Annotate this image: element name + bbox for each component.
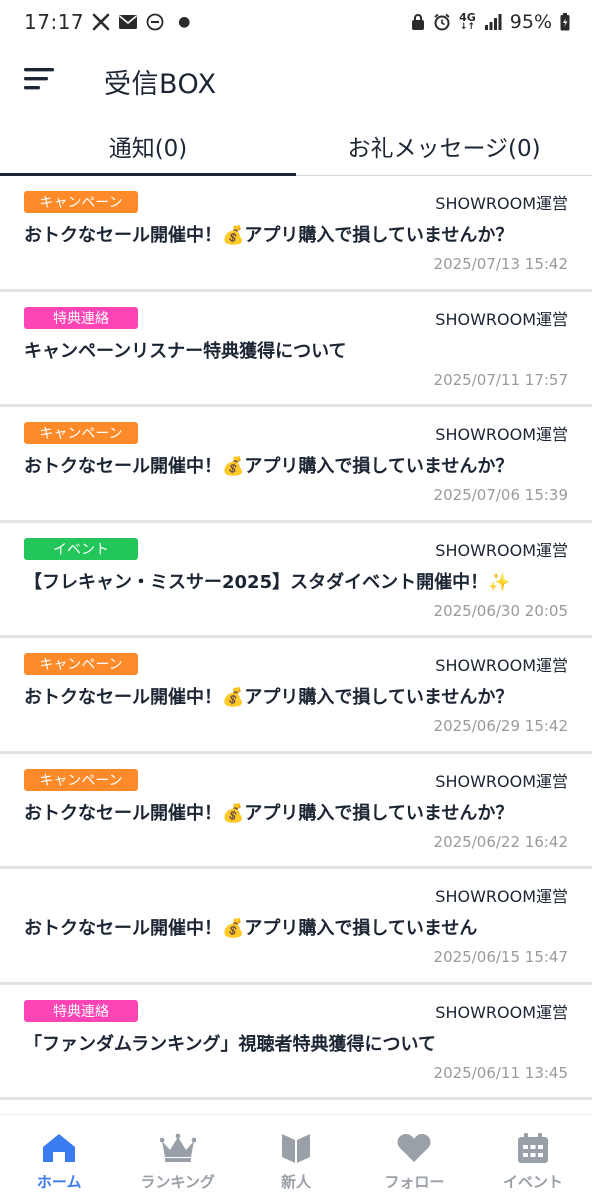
network-type-icon: 4G ↓↑ (459, 12, 476, 32)
x-logo-icon (92, 13, 110, 31)
notification-date: 2025/07/11 17:57 (433, 370, 568, 389)
notification-subject: キャンペーンリスナー特典獲得について (24, 340, 347, 362)
lock-icon (411, 13, 425, 31)
notification-subject: 【フレキャン・ミスサー2025】スタダイベント開催中！✨ (24, 571, 511, 593)
notification-date: 2025/06/11 13:45 (433, 1063, 568, 1082)
hamburger-icon (24, 68, 54, 90)
notification-sender: SHOWROOM運営 (435, 656, 568, 675)
notification-subject: おトクなセール開催中！💰アプリ購入で損していません (24, 918, 478, 939)
tab-bar: 通知(0) お礼メッセージ(0) (0, 116, 592, 176)
notification-list: キャンペーン SHOWROOM運営 おトクなセール開催中！💰アプリ購入で損していませ… (0, 176, 592, 1100)
page-title: 受信BOX (104, 69, 217, 100)
tab-notifications[interactable]: 通知(0) (0, 116, 296, 176)
notification-date: 2025/06/22 16:42 (433, 832, 568, 851)
category-badge: キャンペーン (24, 768, 138, 791)
nav-follow-label: フォロー (384, 1173, 445, 1191)
notification-item[interactable]: SHOWROOM運営おトクなセール開催中！💰アプリ購入で損していません 2025/… (0, 869, 592, 985)
notification-dot-icon: ● (178, 14, 191, 30)
notification-item[interactable]: キャンペーン SHOWROOM運営おトクなセール開催中！💰アプリ購入で損していませ… (0, 176, 592, 292)
data-arrows-icon: ↓↑ (459, 22, 475, 32)
signal-icon (484, 14, 502, 30)
nav-follow[interactable]: フォロー (355, 1115, 473, 1200)
notification-item[interactable]: イベント SHOWROOM運営【フレキャン・ミスサー2025】スタダイベント開催中… (0, 522, 592, 638)
category-badge: キャンペーン (24, 653, 138, 675)
notification-date: 2025/07/13 15:42 (433, 255, 568, 273)
notification-sender: SHOWROOM運営 (435, 309, 568, 329)
alarm-icon (433, 13, 451, 31)
notification-item[interactable]: キャンペーン SHOWROOM運営おトクなセール開催中！💰アプリ購入で損していませ… (0, 638, 592, 754)
notification-subject: おトクなセール開催中！💰アプリ購入で損していませんか？ (24, 225, 514, 246)
status-bar-right: 4G ↓↑ 95% (411, 11, 570, 33)
bottom-nav: ホーム ランキング 新人 フォロー イベント (0, 1114, 592, 1200)
calendar-icon (515, 1131, 551, 1165)
notification-subject: おトクなセール開催中！💰アプリ購入で損していませんか？ (24, 456, 514, 477)
notification-sender: SHOWROOM運営 (435, 540, 568, 560)
status-bar-left: 17:17 ● (24, 10, 190, 34)
notification-subject: おトクなセール開催中！💰アプリ購入で損していませんか？ (24, 687, 514, 708)
notification-item[interactable]: キャンペーン SHOWROOM運営おトクなセール開催中！💰アプリ購入で損していませ… (0, 407, 592, 523)
app-header: 受信BOX (0, 44, 592, 116)
nav-newcomer-label: 新人 (281, 1173, 312, 1191)
nav-home[interactable]: ホーム (0, 1115, 118, 1200)
notification-sender: SHOWROOM運営 (435, 771, 568, 791)
category-badge: イベント (24, 537, 138, 560)
notification-date: 2025/07/06 15:39 (433, 486, 568, 504)
heart-icon (396, 1131, 432, 1165)
home-icon (41, 1131, 77, 1165)
notification-sender: SHOWROOM運営 (435, 194, 568, 213)
category-badge: キャンペーン (24, 422, 138, 444)
notification-sender: SHOWROOM運営 (435, 887, 568, 906)
nav-ranking-label: ランキング (140, 1173, 215, 1191)
notification-date: 2025/06/29 15:42 (433, 717, 568, 735)
menu-button[interactable] (24, 66, 56, 92)
battery-icon (560, 13, 570, 31)
category-badge: 特典連絡 (24, 999, 138, 1022)
screen: 17:17 ● 4G ↓↑ 95% 受信BOX 通知(0) お礼メッセージ(0)… (0, 0, 592, 1200)
notification-date: 2025/06/15 15:47 (433, 948, 568, 966)
do-not-disturb-icon (146, 13, 164, 31)
notification-item[interactable]: 特典連絡 SHOWROOM運営「ファンダムランキング」視聴者特典獲得について 202… (0, 984, 592, 1100)
notification-item[interactable]: キャンペーン SHOWROOM運営おトクなセール開催中！💰アプリ購入で損していませ… (0, 753, 592, 869)
nav-event[interactable]: イベント (474, 1115, 592, 1200)
category-badge: キャンペーン (24, 191, 138, 213)
status-bar: 17:17 ● 4G ↓↑ 95% (0, 0, 592, 44)
nav-newcomer[interactable]: 新人 (237, 1115, 355, 1200)
nav-ranking[interactable]: ランキング (118, 1115, 236, 1200)
nav-event-label: イベント (502, 1173, 563, 1191)
notification-date: 2025/06/30 20:05 (433, 601, 568, 620)
nav-home-label: ホーム (36, 1173, 82, 1191)
notification-sender: SHOWROOM運営 (435, 425, 568, 444)
mail-icon (118, 14, 138, 30)
beginner-mark-icon (278, 1131, 314, 1165)
notification-subject: 「ファンダムランキング」視聴者特典獲得について (24, 1033, 437, 1055)
notification-subject: おトクなセール開催中！💰アプリ購入で損していませんか？ (24, 802, 514, 824)
crown-icon (159, 1131, 196, 1165)
notification-item[interactable]: 特典連絡 SHOWROOM運営キャンペーンリスナー特典獲得について 2025/07/… (0, 291, 592, 407)
status-time: 17:17 (24, 10, 85, 34)
battery-percent: 95% (509, 11, 552, 33)
tab-thank-you-messages[interactable]: お礼メッセージ(0) (296, 116, 592, 175)
notification-sender: SHOWROOM運営 (435, 1002, 568, 1022)
category-badge: 特典連絡 (24, 306, 138, 329)
